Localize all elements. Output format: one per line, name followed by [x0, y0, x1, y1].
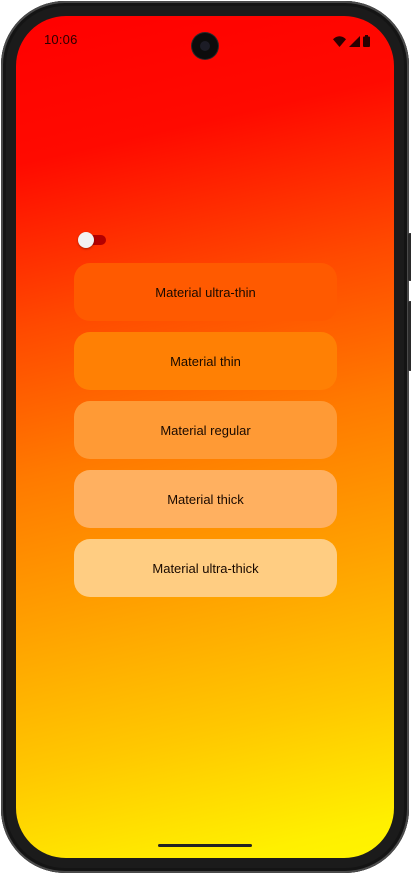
toggle-thumb — [78, 232, 94, 248]
status-icons — [333, 35, 370, 47]
status-clock: 10:06 — [44, 32, 78, 47]
material-card[interactable]: Material regular — [74, 401, 337, 459]
status-bar: 10:06 — [16, 16, 394, 59]
theme-toggle[interactable] — [76, 232, 106, 248]
material-card[interactable]: Material ultra-thick — [74, 539, 337, 597]
cellular-signal-icon — [349, 35, 360, 47]
phone-frame: 10:06 Material ultra-thin Material thin Ma… — [1, 1, 411, 873]
material-card[interactable]: Material ultra-thin — [74, 263, 337, 321]
screen: 10:06 Material ultra-thin Material thin Ma… — [16, 16, 394, 858]
home-indicator[interactable] — [158, 844, 252, 847]
material-card[interactable]: Material thick — [74, 470, 337, 528]
battery-icon — [363, 35, 370, 47]
material-list: Material ultra-thin Material thin Material… — [74, 263, 337, 608]
front-camera — [192, 33, 218, 59]
material-card[interactable]: Material thin — [74, 332, 337, 390]
wifi-icon — [333, 35, 346, 47]
